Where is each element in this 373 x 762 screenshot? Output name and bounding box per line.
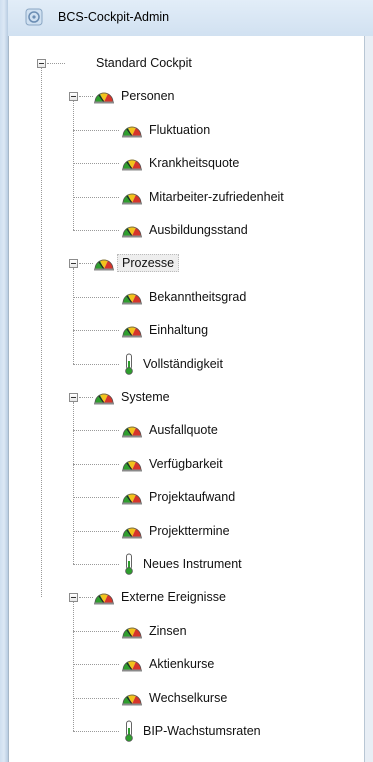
tree-item-2-1-label: Verfügbarkeit (149, 456, 223, 471)
tree-group-1-label: Prozesse (117, 254, 180, 273)
tree-root-label: Standard Cockpit (96, 56, 192, 70)
tree-item-2-4-label: Neues Instrument (143, 557, 242, 571)
tree-connector-vertical (41, 68, 42, 598)
tree-item-2-3-label: Projekttermine (149, 523, 230, 538)
tree-item-1-2[interactable]: Vollständigkeit (121, 353, 223, 375)
gauge-icon (122, 460, 142, 472)
tree-connector-horizontal (73, 196, 119, 198)
tree-connector-horizontal (73, 497, 119, 499)
tree-connector-horizontal (79, 597, 93, 599)
gauge-icon (94, 92, 114, 104)
gauge-icon (122, 426, 142, 438)
tree-group-3[interactable]: Externe Ereignisse (93, 586, 226, 608)
gauge-icon (94, 259, 114, 271)
tree-connector-horizontal (73, 697, 119, 699)
tree-connector-horizontal (47, 63, 65, 64)
gauge-icon (122, 326, 142, 338)
tree-group-0-label: Personen (121, 89, 175, 104)
tree-connector-vertical (73, 268, 74, 364)
tree-item-3-1-label: Aktienkurse (149, 657, 215, 672)
tree-group-2[interactable]: Systeme (93, 386, 170, 408)
tree-item-0-1[interactable]: Krankheitsquote (121, 152, 239, 174)
tree-connector-horizontal (73, 330, 119, 332)
window-frame-right (364, 36, 373, 762)
tree-item-2-0-label: Ausfallquote (149, 423, 218, 438)
window-title: BCS-Cockpit-Admin (58, 10, 170, 24)
tree-item-3-2[interactable]: Wechselkurse (121, 687, 227, 709)
tree-connector-horizontal (73, 296, 119, 298)
thermometer-icon (125, 553, 133, 575)
window-frame-left (0, 0, 8, 762)
tree-connector-horizontal (73, 530, 119, 532)
tree-group-1[interactable]: Prozesse (93, 252, 180, 274)
tree-item-2-4[interactable]: Neues Instrument (121, 553, 242, 575)
tree-connector-horizontal (73, 463, 119, 465)
gauge-icon (122, 660, 142, 672)
gauge-icon (122, 527, 142, 539)
tree-connector-horizontal (73, 630, 119, 632)
tree-item-3-3[interactable]: BIP-Wachstumsraten (121, 720, 261, 742)
tree-group-0[interactable]: Personen (93, 85, 175, 107)
tree-root-expander[interactable] (37, 59, 46, 68)
tree-item-3-0[interactable]: Zinsen (121, 620, 187, 642)
gauge-icon (122, 293, 142, 305)
gauge-icon (122, 694, 142, 706)
gauge-icon (94, 593, 114, 605)
tree-group-3-label: Externe Ereignisse (121, 590, 226, 605)
tree-connector-horizontal (79, 397, 93, 398)
tree-item-1-1[interactable]: Einhaltung (121, 319, 208, 341)
app-icon (25, 8, 43, 26)
tree-item-3-0-label: Zinsen (149, 623, 187, 638)
thermometer-icon (125, 353, 133, 375)
tree-item-0-3[interactable]: Ausbildungsstand (121, 219, 248, 241)
gauge-icon (122, 193, 142, 205)
tree-item-2-2-label: Projektaufwand (149, 490, 236, 505)
tree-connector-horizontal (73, 129, 119, 131)
tree-item-2-1[interactable]: Verfügbarkeit (121, 453, 223, 475)
tree-item-1-2-label: Vollständigkeit (143, 356, 223, 371)
tree-item-1-0[interactable]: Bekanntheitsgrad (121, 286, 246, 308)
tree-connector-horizontal (73, 163, 119, 165)
gauge-icon (122, 159, 142, 171)
gauge-icon (122, 126, 142, 138)
tree-connector-vertical (73, 101, 74, 230)
tree-connector-vertical (73, 402, 74, 564)
tree-connector-horizontal (73, 363, 119, 365)
tree-root[interactable]: Standard Cockpit (96, 52, 192, 74)
tree-connector-horizontal (79, 263, 93, 265)
tree-item-3-2-label: Wechselkurse (149, 690, 228, 705)
tree-item-1-1-label: Einhaltung (149, 323, 209, 338)
tree-item-2-2[interactable]: Projektaufwand (121, 486, 235, 508)
tree-connector-horizontal (79, 96, 93, 98)
tree-item-0-3-label: Ausbildungsstand (149, 223, 248, 237)
gauge-icon (94, 393, 114, 405)
gauge-icon (122, 627, 142, 639)
tree-connector-horizontal (73, 430, 119, 432)
tree-item-3-3-label: BIP-Wachstumsraten (143, 724, 261, 738)
tree-item-0-0-label: Fluktuation (149, 122, 211, 137)
gauge-icon (122, 226, 142, 238)
group-expander-1[interactable] (69, 259, 78, 269)
tree-connector-horizontal (73, 564, 119, 565)
tree-connector-vertical (73, 602, 74, 731)
thermometer-icon (125, 720, 133, 742)
tree-connector-horizontal (73, 664, 119, 666)
tree-group-2-label: Systeme (121, 390, 170, 404)
tree-item-0-1-label: Krankheitsquote (149, 156, 240, 171)
tree-item-3-1[interactable]: Aktienkurse (121, 653, 214, 675)
tree-item-1-0-label: Bekanntheitsgrad (149, 289, 247, 304)
tree-item-0-0[interactable]: Fluktuation (121, 119, 210, 141)
tree-connector-horizontal (73, 230, 119, 231)
group-expander-3[interactable] (69, 593, 78, 603)
gauge-icon (122, 493, 142, 505)
tree-item-2-3[interactable]: Projekttermine (121, 520, 230, 542)
tree-item-0-2-label: Mitarbeiter-zufriedenheit (149, 189, 284, 204)
title-bar[interactable]: BCS-Cockpit-Admin (8, 0, 373, 37)
group-expander-2[interactable] (69, 393, 78, 402)
tree-connector-horizontal (73, 731, 119, 732)
tree-item-2-0[interactable]: Ausfallquote (121, 419, 218, 441)
tree-item-0-2[interactable]: Mitarbeiter-zufriedenheit (121, 186, 284, 208)
group-expander-0[interactable] (69, 92, 78, 102)
